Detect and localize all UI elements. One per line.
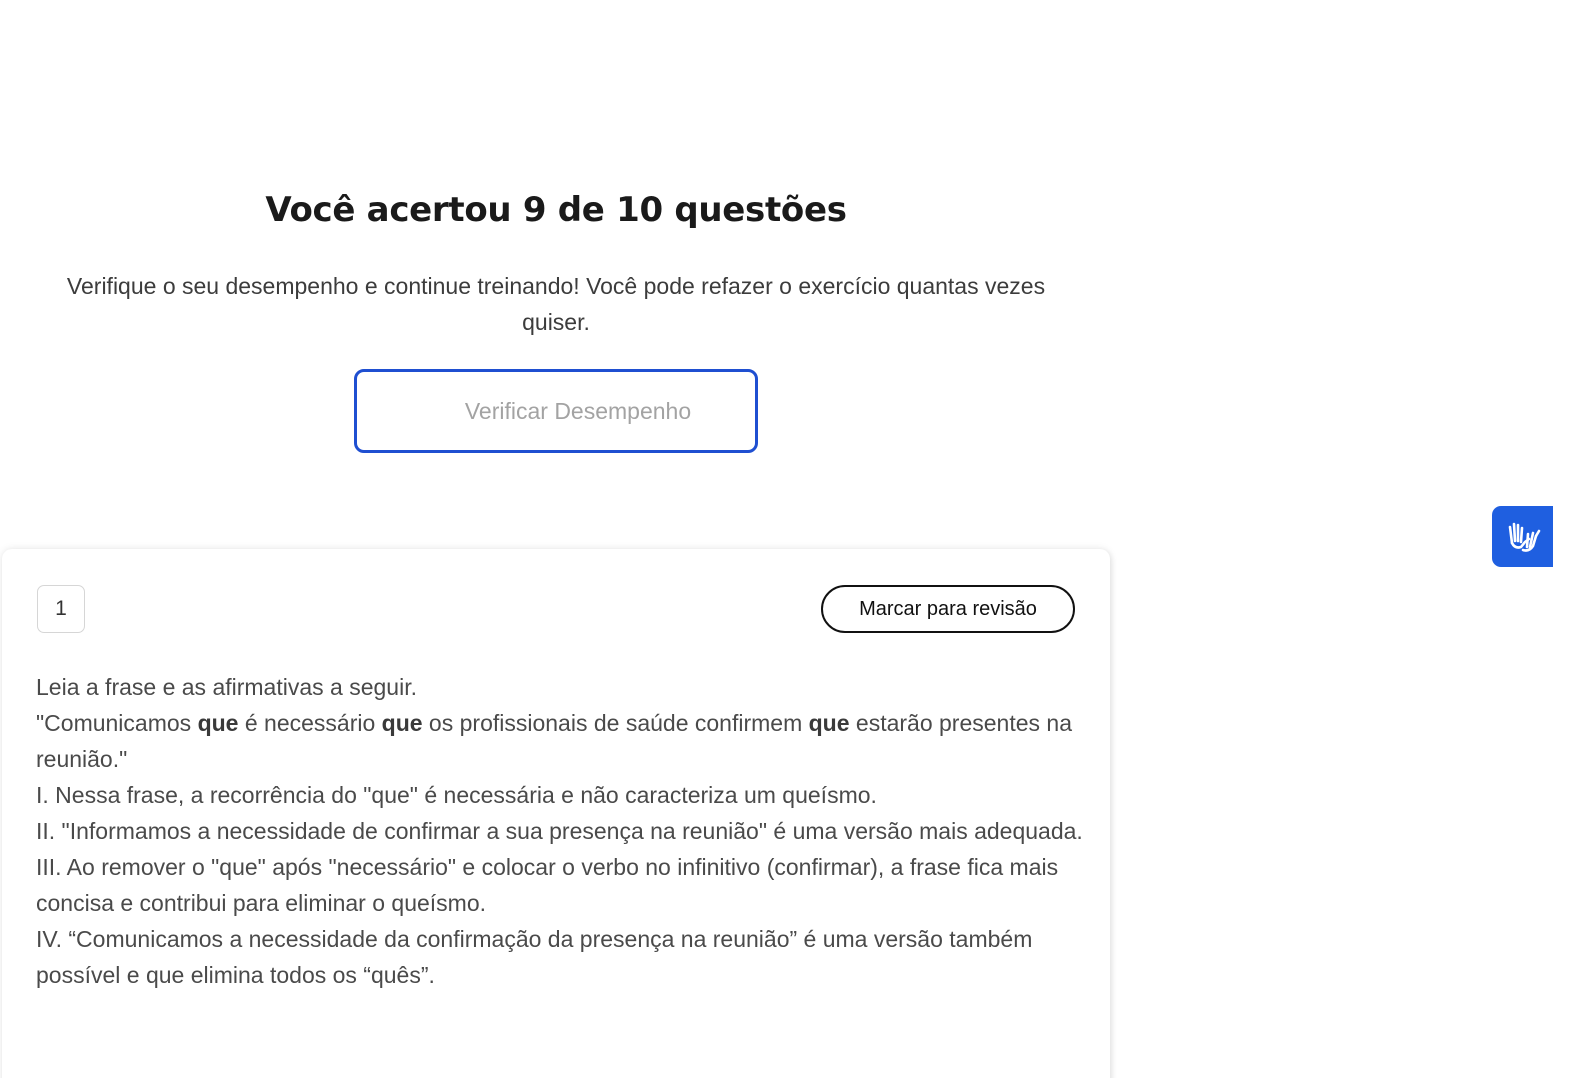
sentence-part: "Comunicamos [36,710,198,736]
result-subtitle: Verifique o seu desempenho e continue tr… [66,273,1046,335]
sentence-part: os profissionais de saúde confirmem [422,710,809,736]
question-card: 1 Marcar para revisão Leia a frase e as … [2,549,1110,1078]
sign-language-accessibility-button[interactable] [1492,506,1553,567]
statement-item: I. Nessa frase, a recorrência do "que" é… [36,782,877,808]
verify-performance-button[interactable]: Verificar Desempenho [354,369,758,453]
question-statement: Leia a frase e as afirmativas a seguir. … [36,669,1088,993]
verify-performance-label: Verificar Desempenho [464,397,692,424]
statement-item: IV. “Comunicamos a necessidade da confir… [36,926,1033,988]
sign-language-hands-icon [1508,522,1540,552]
statement-item: II. "Informamos a necessidade de confirm… [36,818,1083,844]
question-sentence: "Comunicamos que é necessário que os pro… [36,705,1088,777]
result-header: Você acertou 9 de 10 questões Verifique … [0,180,1112,340]
statement-item: III. Ao remover o "que" após "necessário… [36,854,1059,916]
sentence-part: é necessário [238,710,382,736]
results-page: Você acertou 9 de 10 questões Verifique … [0,0,1572,1078]
result-title: Você acertou 9 de 10 questões [265,190,847,230]
sentence-highlight-que: que [808,710,850,736]
mark-for-review-button[interactable]: Marcar para revisão [821,585,1075,633]
sentence-highlight-que: que [197,710,239,736]
question-intro: Leia a frase e as afirmativas a seguir. [36,674,417,700]
question-number-badge: 1 [37,585,85,633]
sentence-highlight-que: que [381,710,423,736]
